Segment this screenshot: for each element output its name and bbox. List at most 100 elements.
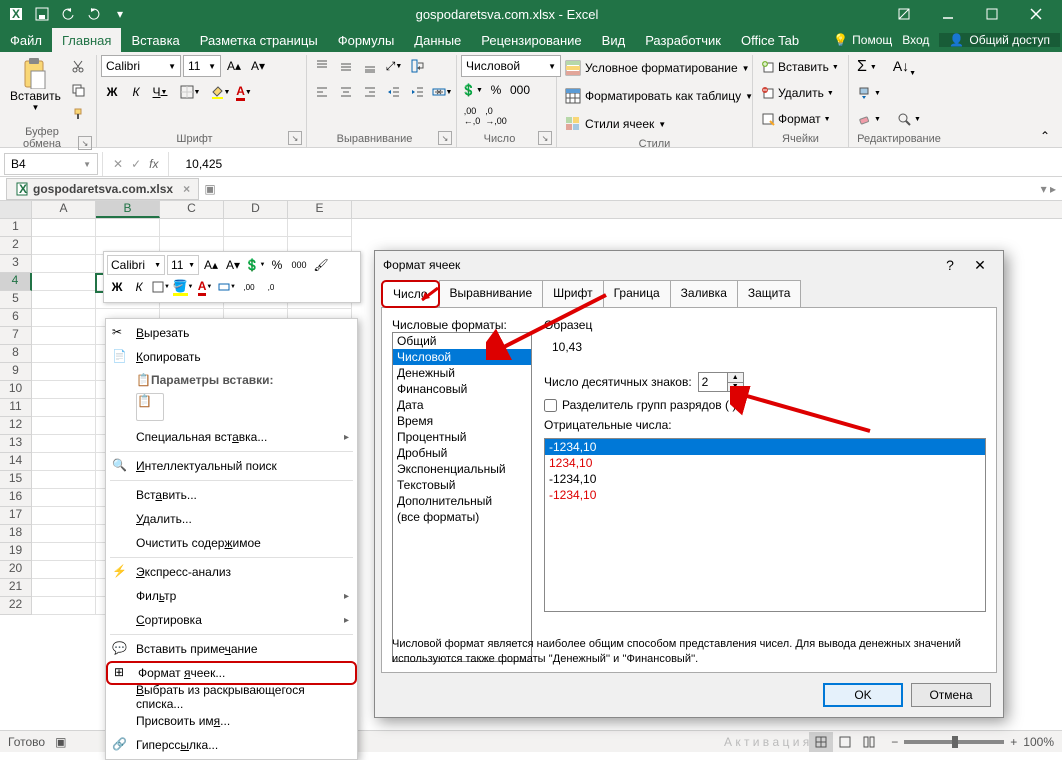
category-item[interactable]: Текстовый [393,477,531,493]
new-workbook-tab-button[interactable]: ▣ [199,178,221,200]
row-header[interactable]: 2 [0,237,32,255]
close-workbook-button[interactable]: × [183,182,190,196]
ctx-pick-from-list[interactable]: Выбрать из раскрывающегося списка... [106,685,357,709]
dialog-close-button[interactable]: ✕ [965,257,995,274]
minimize-button[interactable] [926,0,970,28]
mini-merge[interactable]: ▼ [217,277,237,297]
mini-decrease-font[interactable]: A▾ [223,255,243,275]
ctx-delete[interactable]: Удалить... [106,507,357,531]
undo-button[interactable] [56,2,80,26]
category-item[interactable]: Дополнительный [393,493,531,509]
cell[interactable] [32,561,96,579]
negative-option[interactable]: -1234,10 [545,487,985,503]
zoom-out-button[interactable]: − [891,735,898,749]
negative-listbox[interactable]: -1234,101234,10-1234,10-1234,10 [544,438,986,612]
ctx-insert-comment[interactable]: 💬Вставить примечание [106,637,357,661]
decimals-input[interactable] [699,373,727,391]
cell[interactable] [32,399,96,417]
row-header[interactable]: 6 [0,309,32,327]
category-item[interactable]: Экспоненциальный [393,461,531,477]
cell[interactable] [32,453,96,471]
cell[interactable] [32,525,96,543]
row-header[interactable]: 22 [0,597,32,615]
orientation-button[interactable]: ⤢▼ [383,55,405,77]
mini-currency[interactable]: 💲▼ [245,255,265,275]
cell[interactable] [32,327,96,345]
normal-view-button[interactable] [809,732,833,752]
mini-comma[interactable]: 000 [289,255,309,275]
cell[interactable] [32,273,96,291]
tab-data[interactable]: Данные [404,28,471,52]
category-item[interactable]: Дробный [393,445,531,461]
increase-decimal-button[interactable]: ,00←,0 [461,105,483,127]
copy-button[interactable] [67,79,89,101]
enter-formula-button[interactable]: ✓ [131,157,141,171]
row-header[interactable]: 11 [0,399,32,417]
category-item[interactable]: (все форматы) [393,509,531,525]
row-header[interactable]: 21 [0,579,32,597]
maximize-button[interactable] [970,0,1014,28]
category-item[interactable]: Числовой [393,349,531,365]
name-box[interactable]: B4▼ [4,153,98,175]
tab-developer[interactable]: Разработчик [635,28,731,52]
format-painter-button[interactable] [67,103,89,125]
ctx-clear[interactable]: Очистить содержимое [106,531,357,555]
dialog-help-button[interactable]: ? [935,257,965,273]
tab-border[interactable]: Граница [603,280,671,308]
row-header[interactable]: 12 [0,417,32,435]
number-dialog-launcher[interactable]: ↘ [538,131,552,145]
category-item[interactable]: Финансовый [393,381,531,397]
redo-button[interactable] [82,2,106,26]
row-header[interactable]: 5 [0,291,32,309]
mini-font-color[interactable]: А▼ [195,277,215,297]
align-top-button[interactable] [311,55,333,77]
font-dialog-launcher[interactable]: ↘ [288,131,302,145]
signin-button[interactable]: Вход [902,33,929,47]
cell[interactable] [32,345,96,363]
negative-option[interactable]: -1234,10 [545,439,985,455]
close-button[interactable] [1014,0,1058,28]
ctx-quick-analysis[interactable]: ⚡Экспресс-анализ [106,560,357,584]
spin-up[interactable]: ▲ [728,373,743,383]
cell[interactable] [32,255,96,273]
cell[interactable] [32,507,96,525]
format-cells-button[interactable]: Формат▼ [757,107,835,131]
cell[interactable] [224,219,288,237]
fill-color-button[interactable]: ▼ [209,81,231,103]
ribbon-options-button[interactable] [882,0,926,28]
cell-styles-button[interactable]: Стили ячеек▼ [561,111,670,137]
row-header[interactable]: 10 [0,381,32,399]
align-center-button[interactable] [335,81,357,103]
mini-border[interactable]: ▼ [151,277,171,297]
tab-formulas[interactable]: Формулы [328,28,405,52]
row-header[interactable]: 8 [0,345,32,363]
clear-button[interactable]: ▼▼ [853,107,925,131]
cell[interactable] [32,363,96,381]
ctx-filter[interactable]: Фильтр [106,584,357,608]
zoom-in-button[interactable]: + [1010,735,1017,749]
ctx-insert[interactable]: Вставить... [106,483,357,507]
mini-inc-decimal[interactable]: ,00 [239,277,259,297]
tab-alignment[interactable]: Выравнивание [439,280,544,308]
col-header[interactable]: B [96,201,160,218]
decrease-decimal-button[interactable]: ,0→,00 [485,105,507,127]
ctx-define-name[interactable]: Присвоить имя... [106,709,357,733]
insert-function-button[interactable]: fx [149,157,158,171]
cell[interactable] [32,237,96,255]
currency-button[interactable]: 💲▼ [461,79,483,101]
row-header[interactable]: 4 [0,273,32,291]
tab-fill[interactable]: Заливка [670,280,738,308]
ok-button[interactable]: OK [823,683,903,707]
mini-font-name[interactable]: Calibri▼ [107,255,165,275]
fill-button[interactable]: ▼ [853,81,885,105]
cut-button[interactable] [67,55,89,77]
italic-button[interactable]: К [125,81,147,103]
cell[interactable] [32,435,96,453]
col-header[interactable]: E [288,201,352,218]
mini-increase-font[interactable]: A▴ [201,255,221,275]
number-format-select[interactable]: Числовой▼ [461,55,561,77]
format-as-table-button[interactable]: Форматировать как таблицу▼ [561,83,757,109]
tab-officetab[interactable]: Office Tab [731,28,809,52]
mini-fill-color[interactable]: 🪣▼ [173,277,193,297]
cancel-formula-button[interactable]: ✕ [113,157,123,171]
